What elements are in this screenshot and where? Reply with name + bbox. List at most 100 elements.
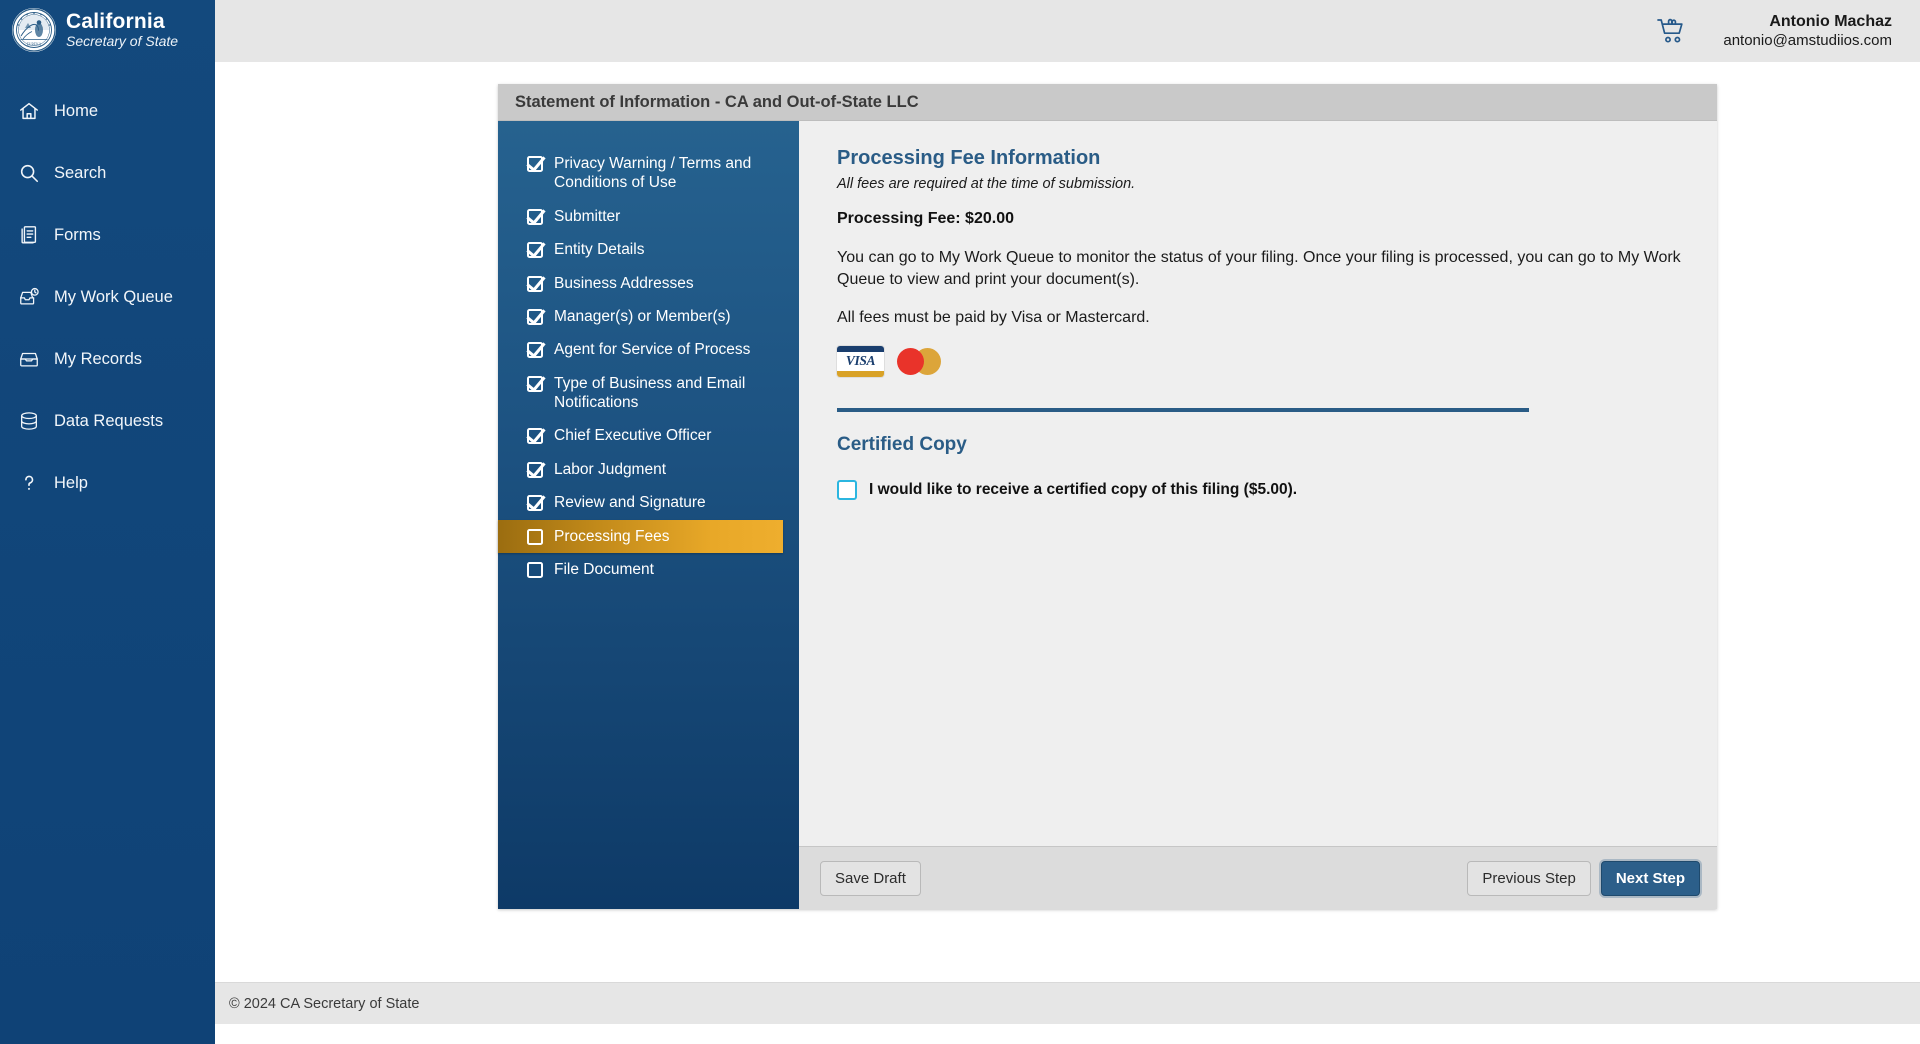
sidebar-item-label: Help bbox=[54, 473, 88, 492]
work-queue-icon bbox=[18, 286, 40, 308]
step-item-submitter[interactable]: Submitter bbox=[498, 200, 799, 233]
help-icon bbox=[18, 472, 40, 494]
processing-fee-amount: Processing Fee: $20.00 bbox=[837, 210, 1014, 227]
step-checkbox-checked-icon bbox=[527, 275, 543, 292]
visa-middle: VISA bbox=[837, 351, 884, 371]
step-item-privacy-warning[interactable]: Privacy Warning / Terms and Conditions o… bbox=[498, 147, 799, 200]
step-item-business-addresses[interactable]: Business Addresses bbox=[498, 267, 799, 300]
brand-text: California Secretary of State bbox=[66, 9, 179, 49]
step-list: Privacy Warning / Terms and Conditions o… bbox=[498, 121, 799, 909]
certified-copy-row[interactable]: I would like to receive a certified copy… bbox=[837, 479, 1684, 500]
home-icon bbox=[18, 100, 40, 122]
certified-copy-checkbox[interactable] bbox=[837, 479, 857, 500]
step-checkbox-checked-icon bbox=[527, 461, 543, 478]
step-nav-buttons: Previous Step Next Step bbox=[1467, 860, 1700, 896]
step-checkbox-checked-icon bbox=[527, 375, 543, 392]
step-checkbox-checked-icon bbox=[527, 242, 543, 259]
user-info[interactable]: Antonio Machaz antonio@amstudiios.com bbox=[1723, 12, 1892, 50]
step-label: Entity Details bbox=[554, 241, 645, 259]
section-divider bbox=[837, 407, 1529, 412]
svg-text:EUREKA: EUREKA bbox=[27, 42, 42, 46]
visa-bottom-bar bbox=[837, 370, 884, 377]
step-item-review-and-signature[interactable]: Review and Signature bbox=[498, 486, 799, 519]
step-checkbox-checked-icon bbox=[527, 208, 543, 225]
sidebar-item-forms[interactable]: Forms bbox=[0, 204, 215, 266]
step-label: Chief Executive Officer bbox=[554, 427, 712, 445]
step-checkbox-unchecked-icon bbox=[527, 561, 543, 578]
step-item-agent-for-service-of-process[interactable]: Agent for Service of Process bbox=[498, 333, 799, 366]
filing-card: Statement of Information - CA and Out-of… bbox=[498, 84, 1717, 909]
section-heading-certified-copy: Certified Copy bbox=[837, 433, 967, 455]
step-item-managers-or-members[interactable]: Manager(s) or Member(s) bbox=[498, 300, 799, 333]
user-name: Antonio Machaz bbox=[1769, 12, 1892, 30]
step-item-file-document[interactable]: File Document bbox=[498, 553, 799, 586]
step-checkbox-checked-icon bbox=[527, 308, 543, 325]
sidebar-item-label: My Records bbox=[54, 349, 143, 368]
brand-title: California bbox=[66, 9, 165, 33]
california-state-seal-icon: EUREKA bbox=[12, 7, 56, 52]
card-header: Statement of Information - CA and Out-of… bbox=[498, 84, 1717, 121]
sidebar-item-label: My Work Queue bbox=[54, 287, 173, 306]
card-body: Privacy Warning / Terms and Conditions o… bbox=[498, 121, 1717, 909]
accepted-cards: VISA bbox=[837, 345, 1684, 377]
copyright-text: © 2024 CA Secretary of State bbox=[229, 995, 420, 1012]
work-queue-info-paragraph: You can go to My Work Queue to monitor t… bbox=[837, 249, 1681, 288]
main-region: Antonio Machaz antonio@amstudiios.com St… bbox=[215, 0, 1920, 1044]
sidebar-item-help[interactable]: Help bbox=[0, 452, 215, 514]
save-draft-button[interactable]: Save Draft bbox=[820, 860, 921, 896]
sidebar-item-data-requests[interactable]: Data Requests bbox=[0, 390, 215, 452]
sidebar-item-search[interactable]: Search bbox=[0, 142, 215, 204]
mastercard-card-icon bbox=[897, 346, 944, 377]
content-stage: Statement of Information - CA and Out-of… bbox=[215, 62, 1920, 1024]
section-heading-processing-fee: Processing Fee Information bbox=[837, 147, 1101, 169]
records-icon bbox=[18, 348, 40, 370]
step-item-type-of-business[interactable]: Type of Business and Email Notifications bbox=[498, 367, 799, 420]
search-icon bbox=[18, 162, 40, 184]
fees-required-note: All fees are required at the time of sub… bbox=[837, 176, 1136, 192]
step-checkbox-unchecked-icon bbox=[527, 528, 543, 545]
sidebar-nav: Home Search Forms My Work Queue My Recor… bbox=[0, 80, 215, 514]
shopping-cart-icon[interactable] bbox=[1655, 16, 1689, 46]
payment-methods-paragraph: All fees must be paid by Visa or Masterc… bbox=[837, 309, 1150, 327]
step-label: Agent for Service of Process bbox=[554, 341, 751, 359]
step-label: File Document bbox=[554, 560, 654, 578]
step-label: Review and Signature bbox=[554, 494, 706, 512]
brand-subtitle: Secretary of State bbox=[66, 32, 179, 49]
user-email: antonio@amstudiios.com bbox=[1723, 32, 1892, 50]
sidebar-item-label: Forms bbox=[54, 225, 101, 244]
top-bar: Antonio Machaz antonio@amstudiios.com bbox=[215, 0, 1920, 62]
previous-step-button[interactable]: Previous Step bbox=[1467, 860, 1591, 896]
next-step-button[interactable]: Next Step bbox=[1600, 860, 1700, 896]
card-footer-actions: Save Draft Previous Step Next Step bbox=[799, 846, 1717, 909]
sidebar-item-home[interactable]: Home bbox=[0, 80, 215, 142]
sidebar-item-label: Home bbox=[54, 101, 99, 120]
step-item-processing-fees[interactable]: Processing Fees bbox=[498, 519, 783, 553]
processing-fees-pane: Processing Fee Information All fees are … bbox=[799, 121, 1717, 909]
sidebar-item-my-work-queue[interactable]: My Work Queue bbox=[0, 266, 215, 328]
visa-card-icon: VISA bbox=[837, 345, 884, 377]
step-item-chief-executive-officer[interactable]: Chief Executive Officer bbox=[498, 419, 799, 452]
sidebar-item-label: Search bbox=[54, 163, 107, 182]
step-label: Labor Judgment bbox=[554, 460, 667, 478]
page-footer: © 2024 CA Secretary of State bbox=[215, 982, 1920, 1024]
step-item-entity-details[interactable]: Entity Details bbox=[498, 233, 799, 266]
visa-wordmark: VISA bbox=[845, 353, 876, 369]
sidebar-item-my-records[interactable]: My Records bbox=[0, 328, 215, 390]
step-checkbox-checked-icon bbox=[527, 495, 543, 512]
brand-logo[interactable]: EUREKA California Secretary of State bbox=[0, 0, 215, 62]
step-label: Business Addresses bbox=[554, 274, 694, 292]
step-checkbox-checked-icon bbox=[527, 342, 543, 359]
mastercard-red-circle bbox=[897, 347, 924, 375]
certified-copy-label: I would like to receive a certified copy… bbox=[869, 480, 1298, 498]
step-label: Type of Business and Email Notifications bbox=[554, 374, 746, 411]
step-label: Processing Fees bbox=[554, 527, 670, 545]
step-checkbox-checked-icon bbox=[527, 156, 543, 172]
step-label: Manager(s) or Member(s) bbox=[554, 307, 731, 325]
page-title: Statement of Information - CA and Out-of… bbox=[515, 92, 919, 111]
step-item-labor-judgment[interactable]: Labor Judgment bbox=[498, 453, 799, 486]
database-icon bbox=[18, 410, 40, 432]
sidebar: EUREKA California Secretary of State Hom… bbox=[0, 0, 215, 1044]
app-root: EUREKA California Secretary of State Hom… bbox=[0, 0, 1920, 1044]
step-label: Privacy Warning / Terms and Conditions o… bbox=[554, 155, 752, 192]
sidebar-item-label: Data Requests bbox=[54, 411, 164, 430]
